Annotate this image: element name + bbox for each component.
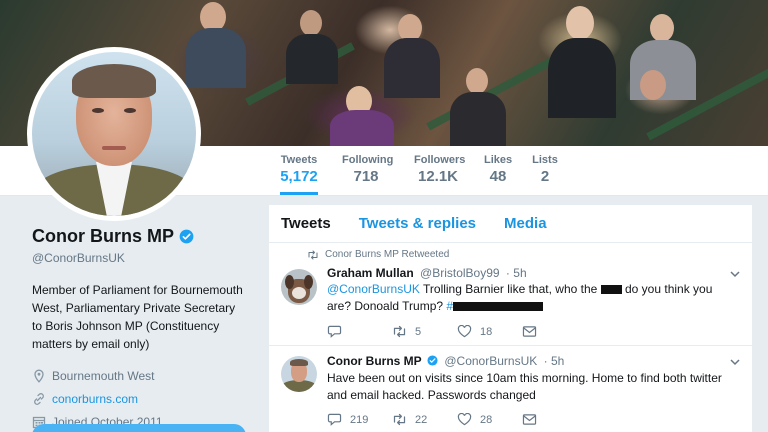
retweet-button[interactable]: 5 xyxy=(392,325,457,338)
profile-location: Bournemouth West xyxy=(32,368,262,383)
retweet-button[interactable]: 22 xyxy=(392,413,457,426)
tweet-author-handle[interactable]: @BristolBoy99 xyxy=(420,266,500,280)
verified-badge-icon xyxy=(179,229,194,244)
stat-label: Followers xyxy=(414,154,466,166)
stat-lists[interactable]: Lists 2 xyxy=(532,154,558,185)
tweet-timestamp[interactable]: 5h xyxy=(551,354,564,368)
tweet-hashtag[interactable]: # xyxy=(446,299,453,313)
profile-bio: Member of Parliament for Bournemouth Wes… xyxy=(32,283,243,351)
reply-count: 219 xyxy=(350,413,369,426)
tweet-header: Conor Burns MP @ConorBurnsUK · 5h xyxy=(327,354,564,368)
location-pin-icon xyxy=(34,369,44,383)
retweet-count: 5 xyxy=(415,325,422,338)
tweet-author-name[interactable]: Graham Mullan xyxy=(327,266,414,280)
profile-website: conorburns.com xyxy=(32,391,262,406)
tweet-actions: 219 22 28 xyxy=(327,413,587,426)
tweet-header: Graham Mullan @BristolBoy99 · 5h xyxy=(327,266,527,280)
heart-icon xyxy=(457,413,472,426)
retweet-icon xyxy=(308,250,318,259)
stat-following[interactable]: Following 718 xyxy=(342,154,394,185)
chevron-down-icon[interactable] xyxy=(730,359,740,366)
tab-tweets-and-replies[interactable]: Tweets & replies xyxy=(359,215,476,232)
retweet-icon xyxy=(393,325,406,338)
reply-button[interactable] xyxy=(327,325,392,338)
heart-icon xyxy=(457,325,472,338)
tweet-text: @ConorBurnsUK Trolling Barnier like that… xyxy=(327,281,732,315)
tweet-to-button[interactable] xyxy=(32,424,246,432)
tab-tweets[interactable]: Tweets xyxy=(281,215,331,232)
tweet-item[interactable]: Conor Burns MP @ConorBurnsUK · 5h Have b… xyxy=(269,346,752,432)
redaction-bar xyxy=(453,302,544,312)
profile-name-row: Conor Burns MP xyxy=(32,226,262,247)
tweet-actions: 5 18 xyxy=(327,325,587,338)
like-button[interactable]: 28 xyxy=(457,413,522,426)
chevron-down-icon[interactable] xyxy=(730,271,740,278)
direct-message-button[interactable] xyxy=(522,413,587,426)
stat-followers[interactable]: Followers 12.1K xyxy=(414,154,466,185)
reply-icon xyxy=(327,413,342,426)
website-link[interactable]: conorburns.com xyxy=(52,392,138,406)
tab-media[interactable]: Media xyxy=(504,215,547,232)
retweet-notice: Conor Burns MP Retweeted xyxy=(307,249,449,260)
tweet-mention[interactable]: @ConorBurnsUK xyxy=(327,282,420,296)
stat-value: 718 xyxy=(353,168,379,185)
tweet-timeline: Tweets Tweets & replies Media Conor Burn… xyxy=(268,204,753,432)
envelope-icon xyxy=(522,326,537,337)
stat-label: Lists xyxy=(532,154,558,166)
tweet-author-avatar[interactable] xyxy=(281,269,317,305)
twitter-profile-page: Tweets 5,172 Following 718 Followers 12.… xyxy=(0,0,768,432)
retweet-notice-text: Conor Burns MP Retweeted xyxy=(325,249,450,260)
retweet-count: 22 xyxy=(415,413,428,426)
redaction-bar xyxy=(600,285,622,295)
profile-card: Conor Burns MP @ConorBurnsUK Member of P… xyxy=(32,226,262,429)
stat-label: Following xyxy=(342,154,394,166)
direct-message-button[interactable] xyxy=(522,325,587,338)
stat-likes[interactable]: Likes 48 xyxy=(484,154,512,185)
timeline-tabs: Tweets Tweets & replies Media xyxy=(269,205,752,243)
profile-avatar[interactable] xyxy=(27,47,201,221)
link-icon xyxy=(34,392,44,405)
stat-value: 48 xyxy=(489,168,507,185)
stat-tweets[interactable]: Tweets 5,172 xyxy=(280,154,318,195)
tweet-item[interactable]: Conor Burns MP Retweeted Graham Mullan @… xyxy=(269,243,752,346)
like-count: 28 xyxy=(480,413,493,426)
stat-label: Tweets xyxy=(280,154,318,166)
verified-badge-icon xyxy=(427,355,438,366)
like-count: 18 xyxy=(480,325,493,338)
stat-value: 2 xyxy=(540,168,550,185)
stat-label: Likes xyxy=(484,154,513,166)
reply-icon xyxy=(327,325,342,338)
tweet-separator-dot: · xyxy=(505,266,510,280)
tweet-separator-dot: · xyxy=(543,354,548,368)
tweet-author-avatar[interactable] xyxy=(281,356,317,392)
location-text: Bournemouth West xyxy=(52,368,155,383)
tweet-author-name[interactable]: Conor Burns MP xyxy=(327,354,422,368)
stat-value: 5,172 xyxy=(280,168,318,185)
profile-name[interactable]: Conor Burns MP xyxy=(32,226,174,247)
tweet-timestamp[interactable]: 5h xyxy=(513,266,526,280)
profile-handle[interactable]: @ConorBurnsUK xyxy=(32,251,262,265)
like-button[interactable]: 18 xyxy=(457,325,522,338)
tweet-text: Have been out on visits since 10am this … xyxy=(327,371,722,402)
envelope-icon xyxy=(522,414,537,425)
tweet-author-handle[interactable]: @ConorBurnsUK xyxy=(444,354,537,368)
retweet-icon xyxy=(393,413,406,426)
stat-value: 12.1K xyxy=(417,168,459,185)
reply-button[interactable]: 219 xyxy=(327,413,392,426)
tweet-text-part1: Trolling Barnier like that, who the xyxy=(419,282,601,296)
